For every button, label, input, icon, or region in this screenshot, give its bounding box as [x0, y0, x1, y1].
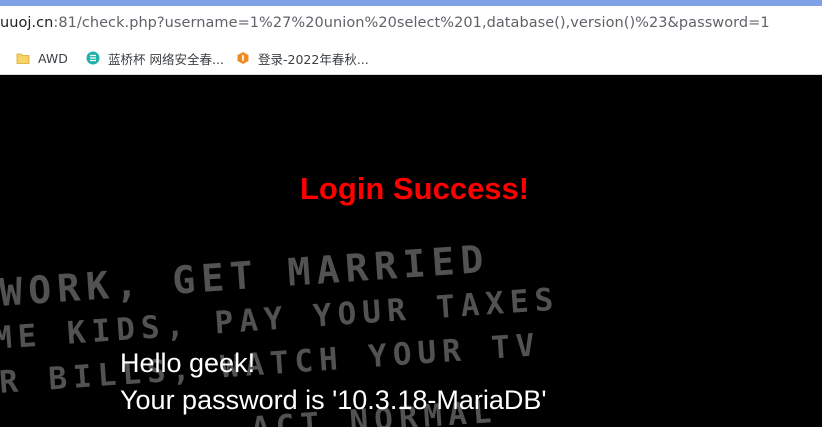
login-success-heading: Login Success! — [300, 171, 530, 206]
bookmark-lanqiao[interactable]: 蓝桥杯 网络安全春... — [86, 49, 224, 67]
url-text[interactable]: uuoj.cn:81/check.php?username=1%27%20uni… — [0, 15, 770, 31]
bookmark-label: 登录-2022年春秋... — [258, 51, 369, 67]
greeting-text: Hello geek! — [120, 348, 256, 378]
address-bar[interactable]: uuoj.cn:81/check.php?username=1%27%20uni… — [0, 6, 822, 42]
bookmark-awd[interactable]: AWD — [16, 49, 68, 67]
bookmark-label: AWD — [38, 50, 68, 66]
folder-icon — [16, 51, 30, 65]
page-viewport: WORK, GET MARRIED ME KIDS, PAY YOUR TAXE… — [0, 75, 822, 427]
ichunqiu-logo-icon — [236, 51, 250, 65]
url-path: :81/check.php?username=1%27%20union%20se… — [53, 15, 770, 31]
password-text: Your password is '10.3.18-MariaDB' — [120, 385, 547, 415]
bookmark-label: 蓝桥杯 网络安全春... — [108, 51, 224, 67]
bookmark-ichunqiu[interactable]: 登录-2022年春秋... — [236, 49, 369, 67]
url-host: uuoj.cn — [0, 15, 54, 31]
lanqiao-logo-icon — [86, 51, 100, 65]
bookmarks-bar: AWD 蓝桥杯 网络安全春... 登录-2022年春秋... — [0, 42, 822, 75]
